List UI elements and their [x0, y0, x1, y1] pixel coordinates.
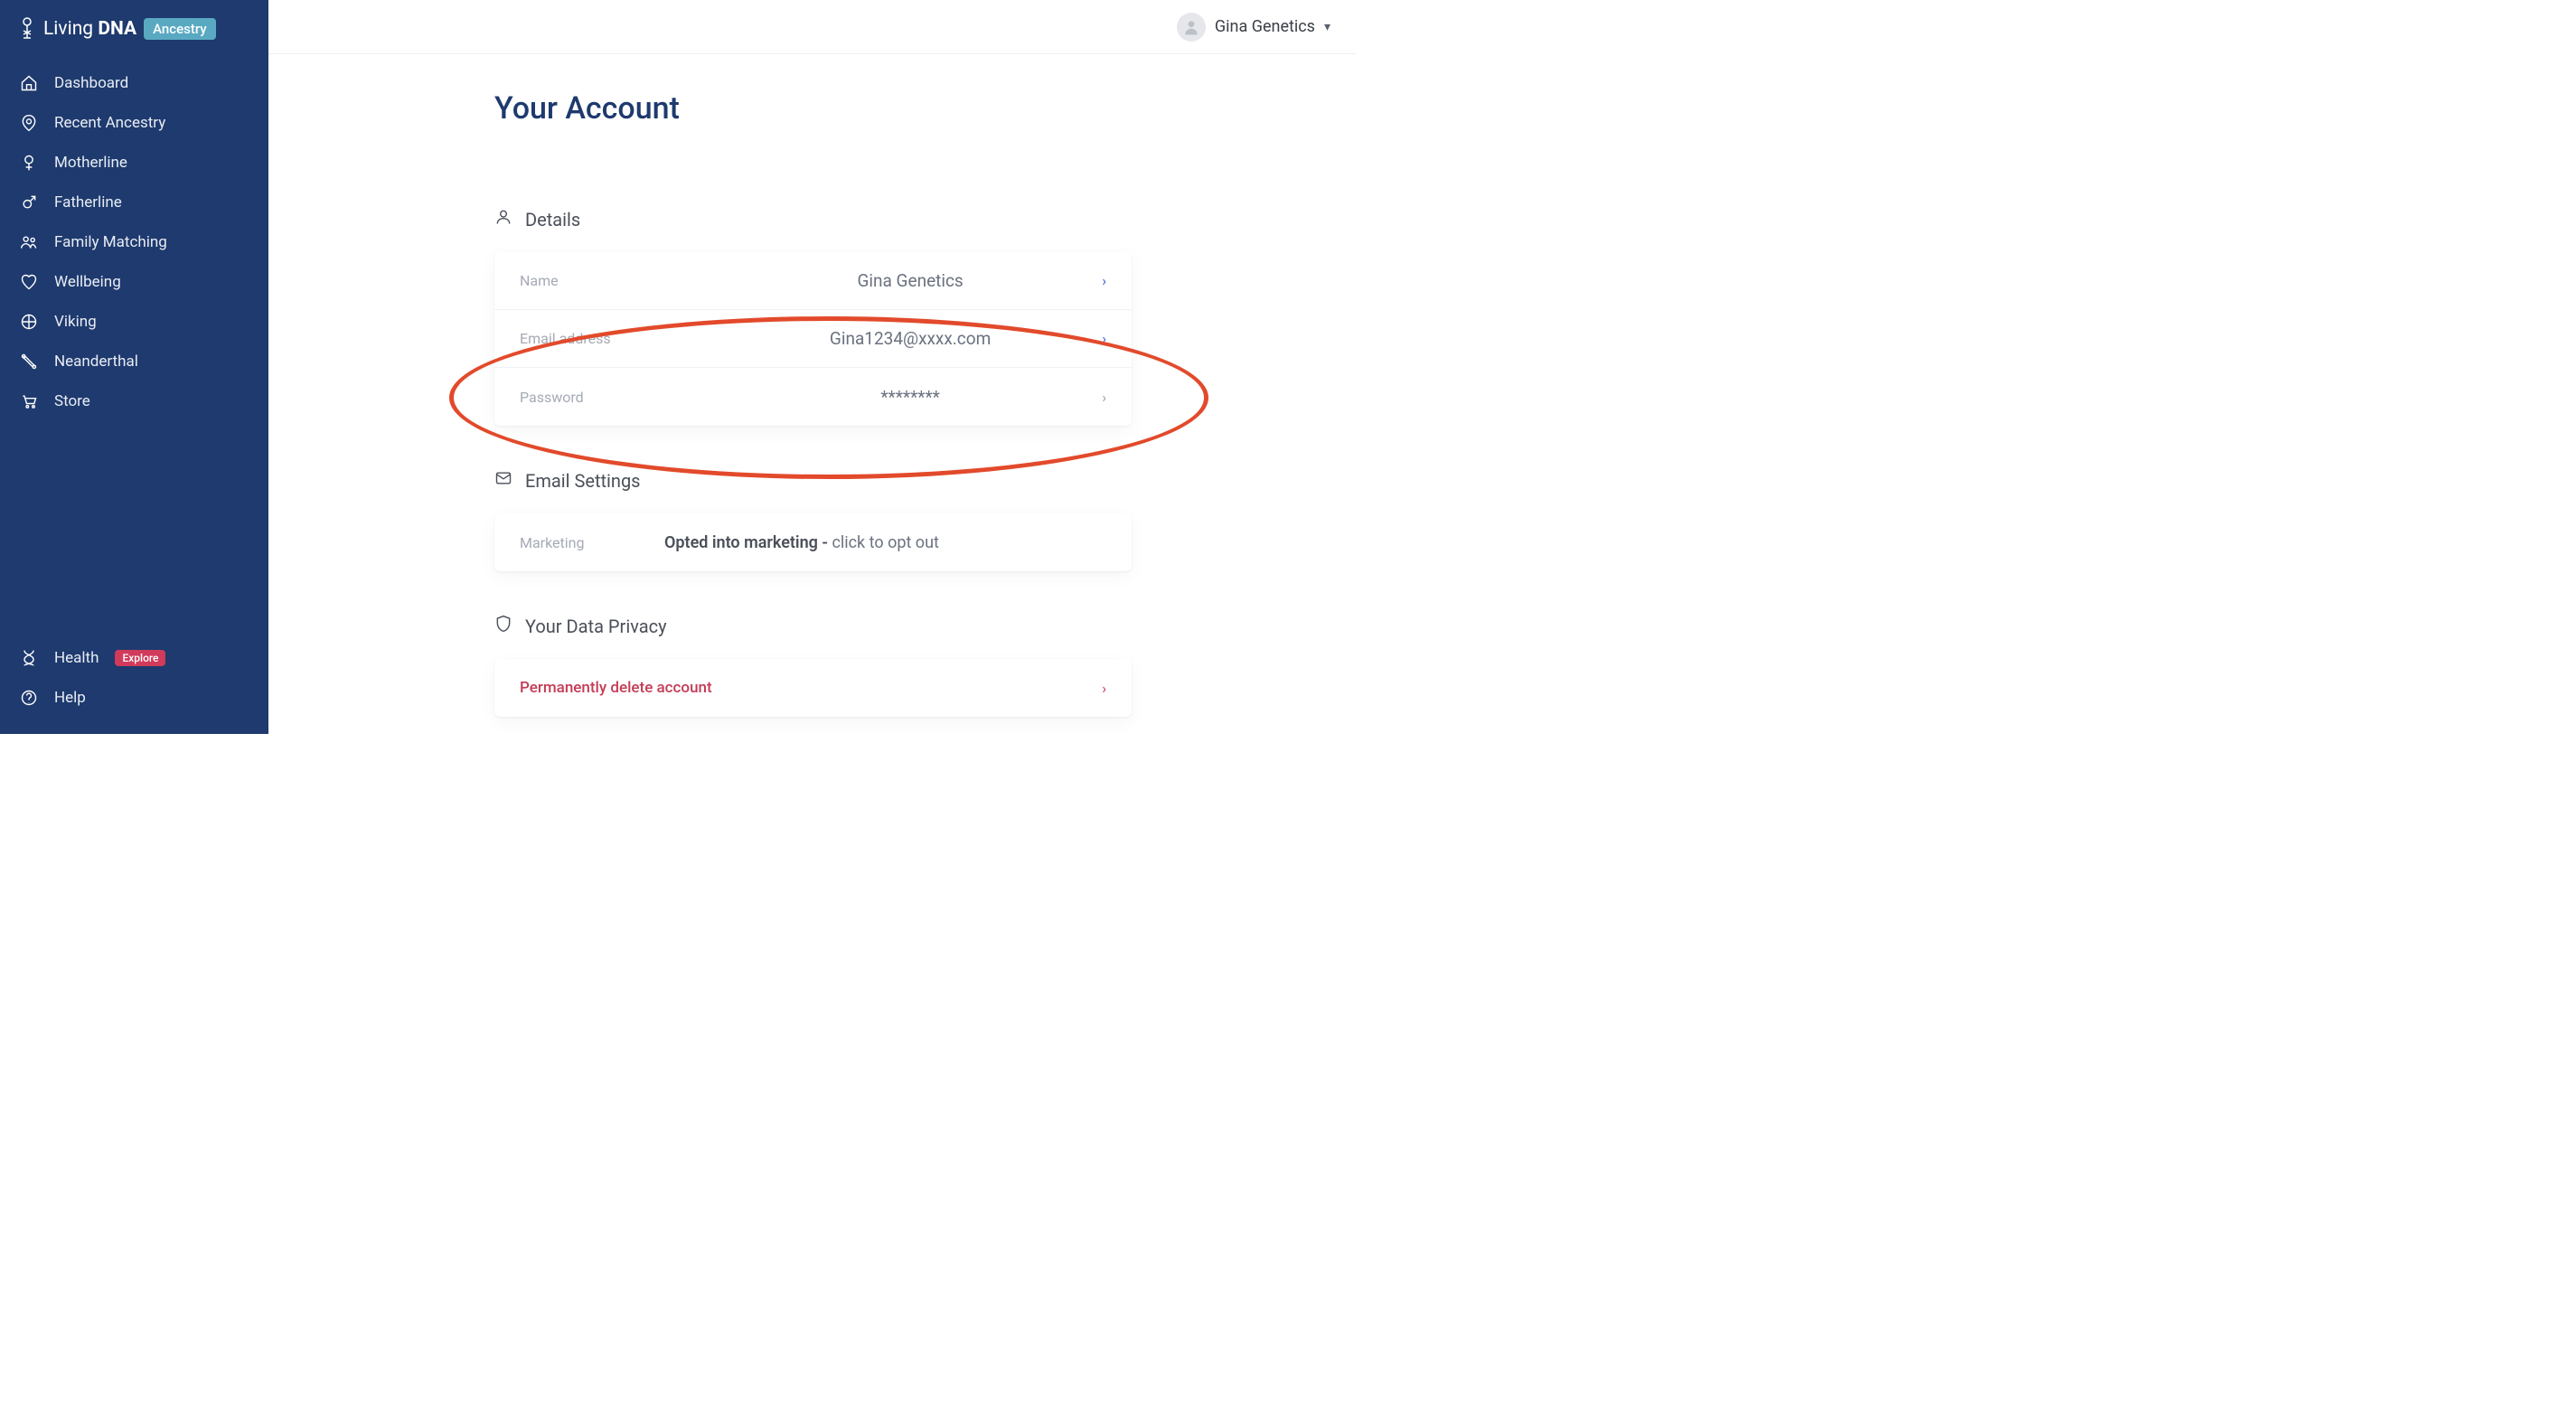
user-icon	[494, 208, 512, 230]
topbar: Gina Genetics ▾	[268, 0, 1356, 54]
chevron-down-icon: ▾	[1324, 20, 1330, 34]
sidebar-item-family-matching[interactable]: Family Matching	[0, 222, 268, 262]
venus-icon	[20, 154, 38, 172]
row-label: Marketing	[520, 534, 664, 551]
page-title: Your Account	[494, 90, 1356, 127]
user-menu[interactable]: Gina Genetics ▾	[1177, 13, 1330, 42]
marketing-text: Opted into marketing - click to opt out	[664, 533, 939, 552]
sidebar-item-help[interactable]: Help	[0, 678, 268, 718]
content: Your Account Details Name Gina Genetics …	[268, 54, 1356, 717]
chevron-right-icon: ›	[1102, 272, 1106, 289]
row-value: ********	[719, 387, 1102, 408]
sidebar: Living DNA Ancestry Dashboard Recent Anc…	[0, 0, 268, 734]
globe-icon	[20, 313, 38, 331]
email-settings-card: Marketing Opted into marketing - click t…	[494, 513, 1132, 571]
sidebar-item-label: Health	[54, 649, 99, 667]
chevron-right-icon: ›	[1102, 680, 1106, 697]
brand-logo-icon	[18, 16, 36, 42]
sidebar-item-label: Recent Ancestry	[54, 114, 165, 132]
sidebar-item-health[interactable]: Health Explore	[0, 638, 268, 678]
pin-icon	[20, 114, 38, 132]
sidebar-item-label: Family Matching	[54, 233, 167, 251]
people-icon	[20, 233, 38, 251]
section-heading-label: Email Settings	[525, 470, 641, 492]
section-heading-label: Your Data Privacy	[525, 616, 667, 637]
row-label: Password	[520, 389, 719, 406]
explore-badge: Explore	[115, 650, 165, 666]
nav-group-bottom: Health Explore Help	[0, 638, 268, 718]
detail-row-name[interactable]: Name Gina Genetics ›	[494, 252, 1132, 310]
sidebar-item-wellbeing[interactable]: Wellbeing	[0, 262, 268, 302]
bone-icon	[20, 353, 38, 371]
sidebar-item-label: Fatherline	[54, 193, 122, 212]
privacy-card: Permanently delete account ›	[494, 659, 1132, 717]
sidebar-item-label: Dashboard	[54, 74, 128, 92]
shield-icon	[494, 615, 512, 637]
mars-icon	[20, 193, 38, 212]
brand-badge: Ancestry	[144, 18, 216, 40]
dna-icon	[20, 649, 38, 667]
sidebar-item-fatherline[interactable]: Fatherline	[0, 183, 268, 222]
sidebar-item-store[interactable]: Store	[0, 381, 268, 421]
sidebar-item-dashboard[interactable]: Dashboard	[0, 63, 268, 103]
mail-icon	[494, 469, 512, 492]
sidebar-item-motherline[interactable]: Motherline	[0, 143, 268, 183]
home-icon	[20, 74, 38, 92]
sidebar-item-viking[interactable]: Viking	[0, 302, 268, 342]
chevron-right-icon: ›	[1102, 330, 1106, 347]
row-label: Email address	[520, 330, 719, 347]
heart-icon	[20, 273, 38, 291]
section-email-header: Email Settings	[494, 469, 1356, 492]
sidebar-item-label: Help	[54, 689, 86, 707]
sidebar-item-label: Store	[54, 392, 90, 410]
chevron-right-icon: ›	[1102, 389, 1106, 406]
row-value: Gina Genetics	[719, 270, 1102, 291]
sidebar-item-label: Viking	[54, 313, 97, 331]
help-icon	[20, 689, 38, 707]
brand-text: Living DNA	[43, 18, 136, 40]
section-privacy-header: Your Data Privacy	[494, 615, 1356, 637]
main: Gina Genetics ▾ Your Account Details Nam…	[268, 0, 1356, 734]
brand[interactable]: Living DNA Ancestry	[0, 16, 268, 63]
sidebar-item-label: Neanderthal	[54, 353, 138, 371]
row-label: Name	[520, 272, 719, 289]
cart-icon	[20, 392, 38, 410]
delete-label: Permanently delete account	[520, 679, 712, 697]
user-name: Gina Genetics	[1215, 17, 1315, 36]
detail-row-password[interactable]: Password ******** ›	[494, 368, 1132, 426]
details-card: Name Gina Genetics › Email address Gina1…	[494, 252, 1132, 426]
sidebar-item-recent-ancestry[interactable]: Recent Ancestry	[0, 103, 268, 143]
marketing-row[interactable]: Marketing Opted into marketing - click t…	[494, 513, 1132, 571]
sidebar-item-label: Motherline	[54, 154, 127, 172]
avatar-icon	[1177, 13, 1206, 42]
sidebar-item-neanderthal[interactable]: Neanderthal	[0, 342, 268, 381]
row-value: Gina1234@xxxx.com	[719, 328, 1102, 349]
section-heading-label: Details	[525, 209, 580, 230]
section-details-header: Details	[494, 208, 1356, 230]
sidebar-item-label: Wellbeing	[54, 273, 121, 291]
delete-account-row[interactable]: Permanently delete account ›	[494, 659, 1132, 717]
detail-row-email[interactable]: Email address Gina1234@xxxx.com ›	[494, 310, 1132, 368]
nav-group-main: Dashboard Recent Ancestry Motherline Fat…	[0, 63, 268, 421]
